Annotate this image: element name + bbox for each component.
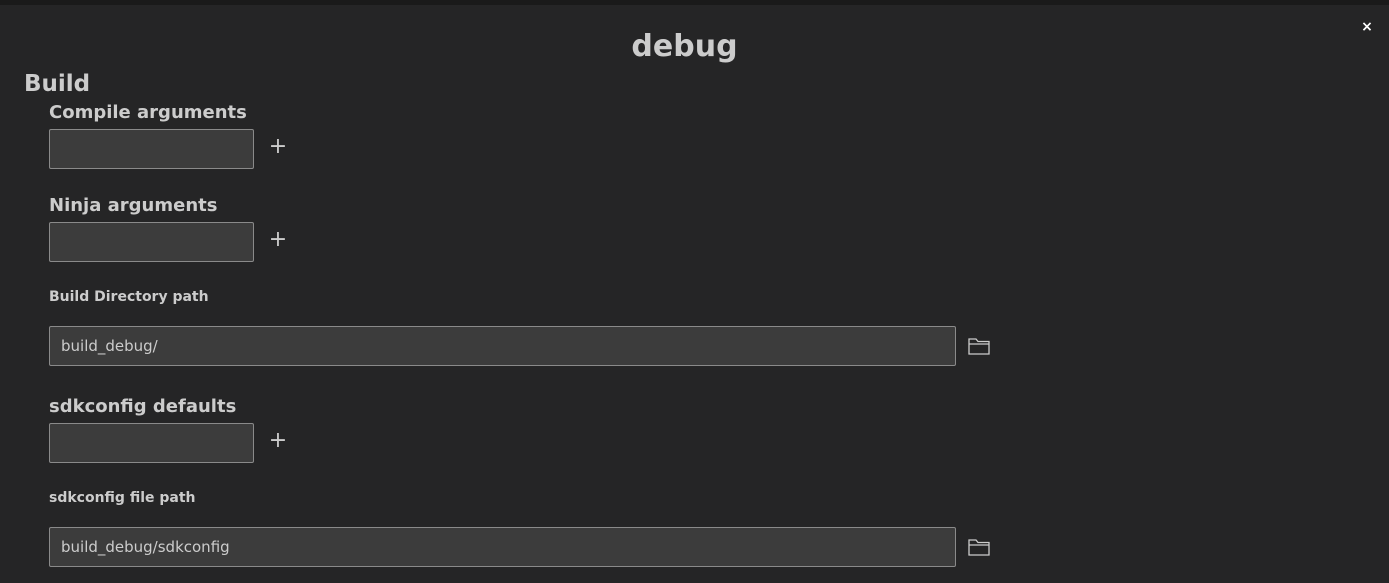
add-compile-argument-button[interactable]: + [268, 136, 288, 158]
build-directory-path-label: Build Directory path [49, 289, 209, 305]
sdkconfig-defaults-input[interactable] [49, 423, 254, 463]
ninja-arguments-label: Ninja arguments [49, 195, 218, 216]
compile-arguments-label: Compile arguments [49, 102, 247, 123]
folder-icon[interactable] [967, 336, 991, 356]
settings-panel: × debug Build Compile arguments + Ninja … [0, 5, 1389, 583]
folder-icon[interactable] [967, 537, 991, 557]
ninja-arguments-input[interactable] [49, 222, 254, 262]
sdkconfig-file-path-label: sdkconfig file path [49, 490, 196, 506]
section-title-build: Build [24, 71, 91, 97]
compile-arguments-input[interactable] [49, 129, 254, 169]
sdkconfig-file-path-input[interactable] [49, 527, 956, 567]
add-sdkconfig-default-button[interactable]: + [268, 430, 288, 452]
add-ninja-argument-button[interactable]: + [268, 229, 288, 251]
page-title: debug [631, 29, 738, 64]
sdkconfig-defaults-label: sdkconfig defaults [49, 396, 237, 417]
build-directory-path-input[interactable] [49, 326, 956, 366]
